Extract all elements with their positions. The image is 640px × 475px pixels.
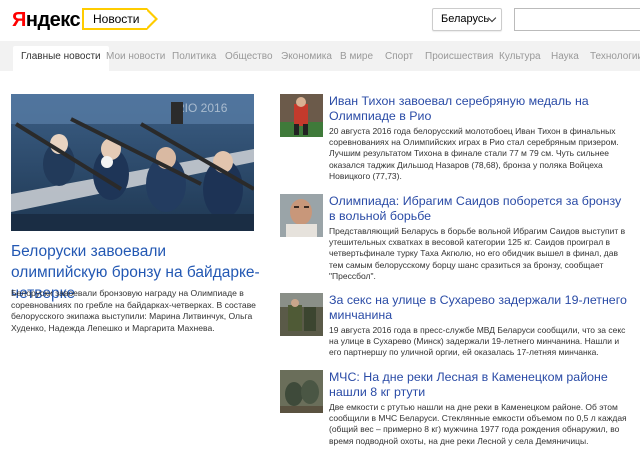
tab-culture[interactable]: Культура xyxy=(499,46,541,71)
tab-world[interactable]: В мире xyxy=(340,46,373,71)
rio-watermark: RIO 2016 xyxy=(176,101,228,115)
service-tag-news[interactable]: Новости xyxy=(82,8,159,30)
header: Яндекс Новости Беларусь xyxy=(0,0,640,38)
story-title-4[interactable]: МЧС: На дне реки Лесная в Каменецком рай… xyxy=(329,370,629,400)
tab-society[interactable]: Общество xyxy=(225,46,273,71)
story-title-3[interactable]: За секс на улице в Сухарево задержали 19… xyxy=(329,293,629,323)
tab-incidents[interactable]: Происшествия xyxy=(425,46,493,71)
story-title-1[interactable]: Иван Тихон завоевал серебряную медаль на… xyxy=(329,94,629,124)
story-text-1: 20 августа 2016 года белорусский молотоб… xyxy=(329,126,619,181)
story-image-hammer-thrower[interactable] xyxy=(280,94,323,137)
story-text-4: Две емкости с ртутью нашли на дне реки в… xyxy=(329,402,627,446)
tab-sport[interactable]: Спорт xyxy=(385,46,413,71)
story-text-2: Представляющий Беларусь в борьбе вольной… xyxy=(329,226,626,281)
tab-economy[interactable]: Экономика xyxy=(281,46,332,71)
search-input[interactable] xyxy=(514,8,640,31)
logo-first-letter: Я xyxy=(12,9,26,31)
story-image-mercury[interactable] xyxy=(280,370,323,413)
yandex-logo[interactable]: Яндекс xyxy=(12,9,81,31)
story-image-wrestler[interactable] xyxy=(280,194,323,237)
service-label: Новости xyxy=(93,12,140,26)
region-label: Беларусь xyxy=(441,13,490,25)
category-tabs: Главные новости Мои новости Политика Общ… xyxy=(0,41,640,71)
lead-story-text: Белоруски завоевали бронзовую награду на… xyxy=(11,288,256,333)
tab-main-news[interactable]: Главные новости xyxy=(13,46,109,71)
story-title-2[interactable]: Олимпиада: Ибрагим Саидов поборется за б… xyxy=(329,194,629,224)
tab-technology[interactable]: Технологии xyxy=(590,46,640,71)
lead-story-image[interactable]: RIO 2016 xyxy=(11,94,254,231)
story-text-3: 19 августа 2016 года в пресс-службе МВД … xyxy=(329,325,626,358)
tab-my-news[interactable]: Мои новости xyxy=(106,46,165,71)
story-image-police[interactable] xyxy=(280,293,323,336)
region-select[interactable]: Беларусь xyxy=(432,8,502,31)
logo-rest: ндекс xyxy=(25,9,81,31)
tab-politics[interactable]: Политика xyxy=(172,46,216,71)
tab-science[interactable]: Наука xyxy=(551,46,579,71)
